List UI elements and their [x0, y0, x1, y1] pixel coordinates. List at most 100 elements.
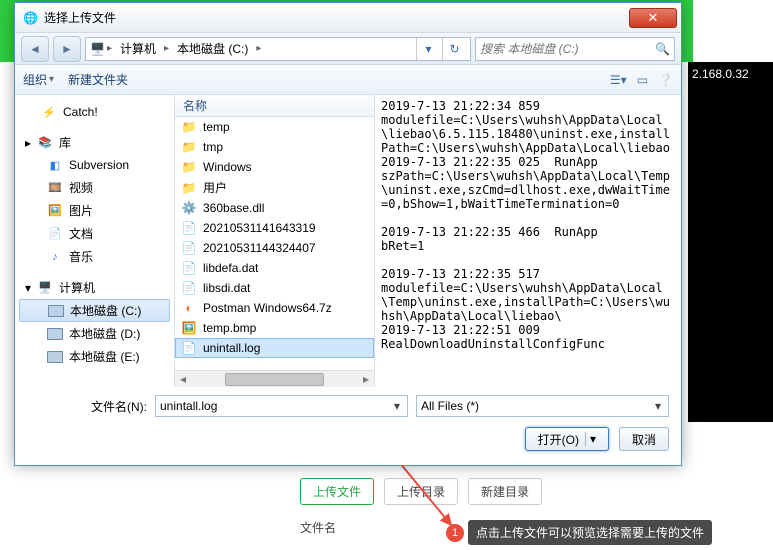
column-header-name[interactable]: 名称	[175, 95, 374, 117]
nav-catch[interactable]: ⚡Catch!	[19, 101, 170, 123]
list-item[interactable]: 📄 libsdi.dat	[175, 278, 374, 298]
list-item[interactable]: 📄 unintall.log	[175, 338, 374, 358]
open-split-dropdown[interactable]: ▾	[585, 432, 596, 446]
folder-icon: 📁	[181, 139, 197, 155]
list-item[interactable]: ⚙️360base.dll	[175, 198, 374, 218]
new-folder-button[interactable]: 新建文件夹	[68, 71, 128, 88]
nav-drive-c[interactable]: 本地磁盘 (C:)	[19, 299, 170, 322]
close-button[interactable]: ✕	[629, 8, 677, 28]
nav-picture[interactable]: 🖼️图片	[19, 199, 170, 222]
file-icon: 📄	[181, 260, 197, 276]
list-item[interactable]: 📄 libdefa.dat	[175, 258, 374, 278]
refresh-button[interactable]: ↻	[442, 38, 466, 60]
file-name: 360base.dll	[203, 201, 264, 215]
file-icon: 📄	[181, 340, 197, 356]
new-dir-button[interactable]: 新建目录	[468, 478, 542, 505]
filter-combo[interactable]: All Files (*) ▾	[416, 395, 669, 417]
crumb-computer[interactable]: 计算机	[114, 38, 162, 59]
upload-file-button[interactable]: 上传文件	[300, 478, 374, 505]
annotation-tooltip: 点击上传文件可以预览选择需要上传的文件	[468, 520, 712, 545]
chevron-down-icon[interactable]: ▾	[391, 399, 403, 413]
cancel-button[interactable]: 取消	[619, 427, 669, 451]
drive-icon	[47, 328, 63, 340]
crumb-drive[interactable]: 本地磁盘 (C:)	[171, 38, 254, 59]
dialog-icon: 🌐	[23, 11, 38, 25]
nav-video[interactable]: 🎞️视频	[19, 176, 170, 199]
file-name: tmp	[203, 140, 223, 154]
file-icon: 📄	[181, 240, 197, 256]
list-item[interactable]: 📁temp	[175, 117, 374, 137]
list-item[interactable]: 📄 20210531141643319	[175, 218, 374, 238]
file-name: Postman Windows64.7z	[203, 301, 332, 315]
nav-drive-e[interactable]: 本地磁盘 (E:)	[19, 345, 170, 368]
file-name: temp.bmp	[203, 321, 256, 335]
file-name: 20210531141643319	[203, 221, 316, 235]
nav-forward-button[interactable]: ►	[53, 36, 81, 62]
list-item[interactable]: ◐Postman Windows64.7z	[175, 298, 374, 318]
folder-icon: 📁	[181, 119, 197, 135]
chevron-right-icon[interactable]: ▸	[164, 43, 169, 54]
preview-pane-button[interactable]: ▭	[637, 73, 648, 87]
file-icon: 📄	[181, 220, 197, 236]
nav-library[interactable]: ▸📚库	[19, 131, 170, 154]
list-item[interactable]: 📁 Windows	[175, 157, 374, 177]
file-icon: 📄	[181, 280, 197, 296]
list-item[interactable]: 📄20210531144324407	[175, 238, 374, 258]
file-open-dialog: 🌐 选择上传文件 ✕ ◄ ► 🖥️ ▸ 计算机 ▸ 本地磁盘 (C:) ▸ ▾ …	[14, 2, 682, 466]
search-input[interactable]	[480, 42, 655, 56]
nav-doc[interactable]: 📄文档	[19, 222, 170, 245]
filename-input[interactable]	[160, 399, 391, 413]
list-item[interactable]: 📁 用户	[175, 177, 374, 198]
back-icon: ◄	[29, 42, 41, 56]
chevron-right-icon[interactable]: ▸	[107, 43, 112, 54]
nav-bar: ◄ ► 🖥️ ▸ 计算机 ▸ 本地磁盘 (C:) ▸ ▾ ↻ 🔍	[15, 33, 681, 65]
annotation: 1 点击上传文件可以预览选择需要上传的文件	[446, 520, 712, 545]
chevron-down-icon: ▾	[49, 74, 54, 85]
file-name: unintall.log	[203, 341, 260, 355]
address-dropdown[interactable]: ▾	[416, 38, 440, 60]
file-name: 用户	[203, 179, 227, 196]
list-item[interactable]: 📁 tmp	[175, 137, 374, 157]
file-name: libsdi.dat	[203, 281, 250, 295]
titlebar[interactable]: 🌐 选择上传文件 ✕	[15, 3, 681, 33]
terminal-panel: 2.168.0.32	[688, 62, 773, 422]
filename-label: 文件名(N):	[27, 398, 147, 415]
bolt-icon: ⚡	[41, 104, 57, 120]
drive-icon	[47, 351, 63, 363]
filter-value: All Files (*)	[421, 399, 652, 413]
nav-subversion[interactable]: ◧Subversion	[19, 154, 170, 176]
view-mode-button[interactable]: ☰▾	[610, 73, 627, 87]
address-bar[interactable]: 🖥️ ▸ 计算机 ▸ 本地磁盘 (C:) ▸ ▾ ↻	[85, 37, 471, 61]
file-name: libdefa.dat	[203, 261, 258, 275]
list-item[interactable]: 🖼️ temp.bmp	[175, 318, 374, 338]
folder-icon: 📁	[181, 180, 197, 196]
help-button[interactable]: ❔	[658, 73, 673, 87]
document-icon: 📄	[47, 226, 63, 242]
image-icon: 🖼️	[181, 320, 197, 336]
forward-icon: ►	[61, 42, 73, 56]
file-name: Windows	[203, 160, 252, 174]
nav-drive-d[interactable]: 本地磁盘 (D:)	[19, 322, 170, 345]
horizontal-scrollbar[interactable]: ◂▸	[175, 370, 374, 387]
preview-pane: 2019-7-13 21:22:34 859 modulefile=C:\Use…	[375, 95, 681, 387]
svn-icon: ◧	[47, 157, 63, 173]
terminal-text: 2.168.0.32	[692, 67, 749, 81]
computer-icon: 🖥️	[37, 280, 53, 296]
nav-computer[interactable]: ▾🖥️计算机	[19, 276, 170, 299]
file-list[interactable]: 📁temp📁tmp📁Windows📁用户⚙️360base.dll📄202105…	[175, 117, 374, 370]
dialog-title: 选择上传文件	[44, 9, 116, 26]
nav-pane[interactable]: ⚡Catch! ▸📚库 ◧Subversion 🎞️视频 🖼️图片 📄文档 ♪音…	[15, 95, 175, 387]
search-box[interactable]: 🔍	[475, 37, 675, 61]
picture-icon: 🖼️	[47, 203, 63, 219]
chevron-down-icon[interactable]: ▾	[652, 399, 664, 413]
nav-music[interactable]: ♪音乐	[19, 245, 170, 268]
nav-back-button[interactable]: ◄	[21, 36, 49, 62]
search-icon[interactable]: 🔍	[655, 42, 670, 56]
upload-dir-button[interactable]: 上传目录	[384, 478, 458, 505]
organize-menu[interactable]: 组织 ▾	[23, 71, 54, 88]
filename-combo[interactable]: ▾	[155, 395, 408, 417]
chevron-right-icon[interactable]: ▸	[256, 43, 261, 54]
open-button[interactable]: 打开(O)▾	[525, 427, 609, 451]
annotation-badge: 1	[446, 524, 464, 542]
folder-icon: 📁	[181, 159, 197, 175]
